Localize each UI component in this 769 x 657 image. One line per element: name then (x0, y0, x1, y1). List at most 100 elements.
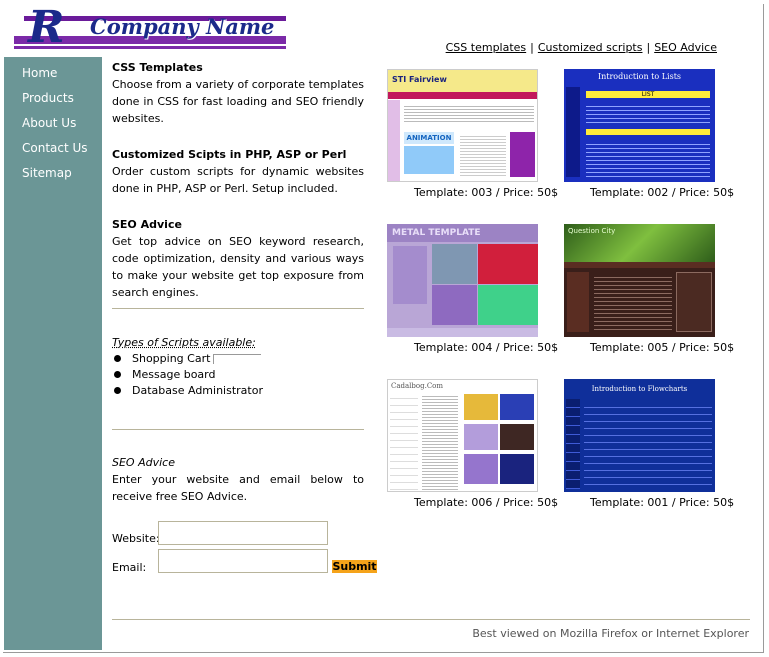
top-links: CSS templates | Customized scripts | SEO Adv… (446, 41, 717, 54)
thumb-brand: STI Fairview (392, 75, 447, 84)
bullet-icon (114, 371, 121, 378)
thumb-title: Introduction to Lists (597, 72, 682, 81)
thumb-text-block (584, 401, 712, 489)
logo-text: Company Name (90, 14, 275, 39)
seo-form-heading: SEO Advice (112, 456, 175, 469)
thumb-sidebar (393, 246, 427, 304)
thumb-tile-red (478, 244, 538, 284)
template-caption: Template: 004 / Price: 50$ (414, 341, 559, 354)
thumb-footer (387, 328, 538, 337)
thumb-mini-6 (500, 454, 534, 484)
thumb-text-block (594, 274, 672, 332)
list-item: Shopping Cart (112, 351, 364, 367)
email-label: Email: (112, 561, 147, 574)
template-thumbnail-003[interactable]: STI Fairview ANIMATION (387, 69, 538, 182)
template-caption: Template: 002 / Price: 50$ (590, 186, 735, 199)
company-logo[interactable]: R Company Name (14, 6, 286, 52)
thumb-title: Cadalbog.Com (391, 382, 444, 390)
template-caption: Template: 003 / Price: 50$ (414, 186, 559, 199)
email-input[interactable] (158, 549, 328, 573)
thumb-mini-4 (500, 424, 534, 450)
thumb-banner: ANIMATION (404, 132, 454, 144)
submit-button[interactable]: Submit (332, 560, 377, 573)
sidebar-item-sitemap[interactable]: Sitemap (22, 163, 102, 188)
separator: | (646, 41, 651, 54)
template-caption: Template: 001 / Price: 50$ (590, 496, 735, 509)
sidebar-item-products[interactable]: Products (22, 88, 102, 113)
logo-monogram: R (28, 2, 65, 53)
divider (112, 308, 364, 309)
scripts-panel: Types of Scripts available: Shopping Car… (112, 334, 364, 399)
thumb-sidebar (388, 100, 400, 181)
footer-note: Best viewed on Mozilla Firefox or Intern… (472, 627, 749, 640)
thumb-list-box (586, 129, 710, 135)
template-thumbnail-002[interactable]: Introduction to Lists LIST (564, 69, 715, 182)
top-link-seo-advice[interactable]: SEO Advice (654, 41, 717, 54)
scripts-heading: Types of Scripts available: (112, 336, 256, 349)
section-title: SEO Advice (112, 218, 182, 231)
section-title: Customized Scipts in PHP, ASP or Perl (112, 148, 347, 161)
section-seo-advice: SEO Advice Get top advice on SEO keyword… (112, 217, 364, 301)
section-body: Order custom scripts for dynamic website… (112, 165, 364, 195)
thumb-list-box: LIST (586, 91, 710, 98)
template-thumbnail-001[interactable]: Introduction to Flowcharts (564, 379, 715, 492)
script-label: Message board (132, 368, 216, 381)
website-label: Website: (112, 532, 160, 545)
bullet-icon (114, 387, 121, 394)
seo-form-intro: SEO Advice Enter your website and email … (112, 454, 364, 505)
seo-form-text: Enter your website and email below to re… (112, 473, 364, 503)
template-thumbnail-004[interactable]: METAL TEMPLATE (387, 224, 538, 337)
thumb-mini-3 (464, 424, 498, 450)
thumb-side-box (676, 272, 712, 332)
thumb-title: Introduction to Flowcharts (591, 385, 688, 393)
list-item: Database Administrator (112, 383, 364, 399)
template-thumbnail-005[interactable]: Question City (564, 224, 715, 337)
template-thumbnail-006[interactable]: Cadalbog.Com (387, 379, 538, 492)
separator: | (530, 41, 534, 54)
divider (112, 429, 364, 430)
section-body: Get top advice on SEO keyword research, … (112, 235, 364, 299)
thumb-sidebar (567, 272, 589, 332)
thumb-tile-purple (432, 285, 477, 325)
thumb-photo (404, 146, 454, 174)
sidebar-item-contact-us[interactable]: Contact Us (22, 138, 102, 163)
thumb-sidebar (390, 392, 418, 490)
tiny-input-box (213, 354, 262, 364)
sidebar-item-about-us[interactable]: About Us (22, 113, 102, 138)
thumb-tile-gray (432, 244, 477, 284)
sidebar-nav: Home Products About Us Contact Us Sitema… (4, 57, 102, 188)
section-css-templates: CSS Templates Choose from a variety of c… (112, 60, 364, 127)
thumb-mini-5 (464, 454, 498, 484)
top-link-customized-scripts[interactable]: Customized scripts (538, 41, 643, 54)
top-link-css-templates[interactable]: CSS templates (446, 41, 527, 54)
section-custom-scripts: Customized Scipts in PHP, ASP or Perl Or… (112, 147, 364, 197)
bullet-icon (114, 355, 121, 362)
thumb-tile-green (478, 285, 538, 325)
template-caption: Template: 006 / Price: 50$ (414, 496, 559, 509)
section-body: Choose from a variety of corporate templ… (112, 78, 364, 125)
thumb-sidebar (566, 87, 580, 177)
sidebar: Home Products About Us Contact Us Sitema… (4, 57, 102, 650)
script-label: Database Administrator (132, 384, 263, 397)
thumb-title: METAL TEMPLATE (392, 228, 481, 238)
sidebar-item-home[interactable]: Home (22, 63, 102, 88)
website-input[interactable] (158, 521, 328, 545)
thumb-text-block (586, 141, 710, 177)
thumb-mini-1 (464, 394, 498, 420)
thumb-mini-2 (500, 394, 534, 420)
thumb-text-block (586, 103, 710, 125)
thumb-sidebar (566, 399, 580, 489)
thumb-title: Question City (568, 227, 616, 235)
thumb-text-block (404, 104, 534, 124)
thumb-text-block (422, 394, 458, 490)
thumb-text-block (460, 134, 506, 176)
thumb-nav (564, 262, 715, 268)
thumb-side-box (510, 132, 535, 177)
scripts-list: Shopping Cart Message board Database Adm… (112, 351, 364, 399)
main-content: CSS Templates Choose from a variety of c… (112, 60, 364, 505)
script-label: Shopping Cart (132, 352, 211, 365)
footer-divider (112, 619, 750, 620)
template-caption: Template: 005 / Price: 50$ (590, 341, 735, 354)
list-item: Message board (112, 367, 364, 383)
thumb-nav (388, 92, 537, 99)
